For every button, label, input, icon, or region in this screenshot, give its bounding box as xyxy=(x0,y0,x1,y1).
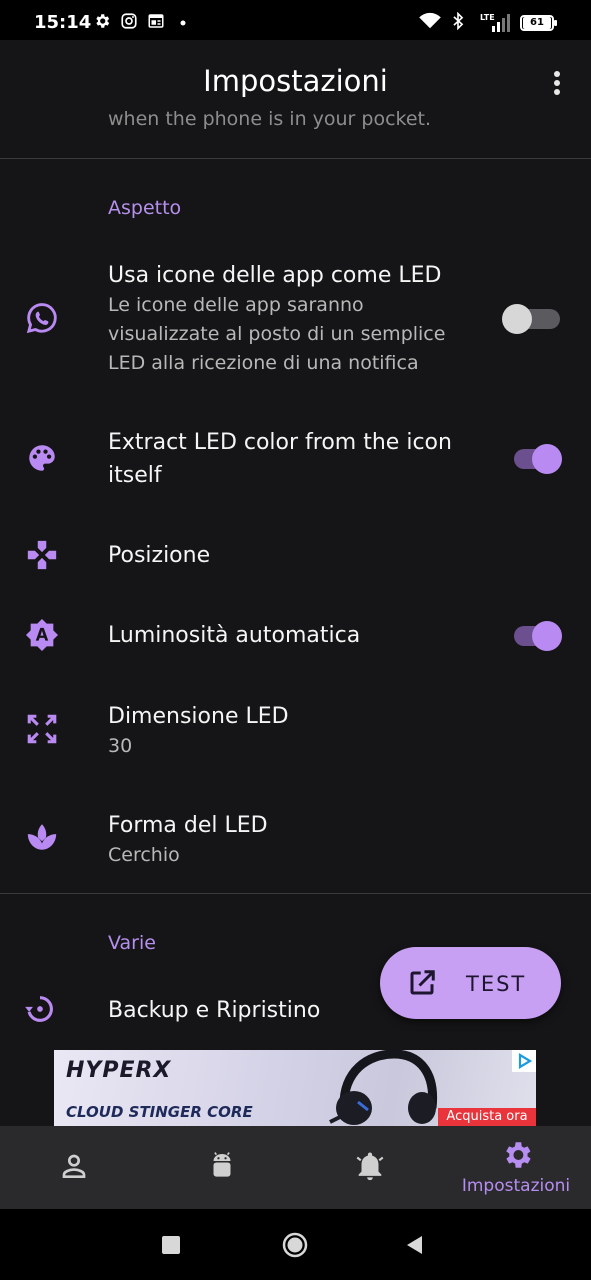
brightness-auto-icon xyxy=(25,618,59,652)
headset-image xyxy=(329,1050,438,1125)
setting-value-led-shape: Cerchio xyxy=(108,844,180,866)
toggle-auto-brightness[interactable] xyxy=(514,619,564,651)
setting-title-position: Posizione xyxy=(108,543,211,568)
status-time: 15:14 xyxy=(34,12,92,33)
setting-title-app-icons: Usa icone delle app come LED xyxy=(108,263,442,288)
section-header-varie: Varie xyxy=(108,932,156,954)
back-icon[interactable] xyxy=(404,1234,424,1256)
toggle-app-icons[interactable] xyxy=(502,302,564,334)
android-icon[interactable] xyxy=(205,1149,239,1183)
section-header-aspetto: Aspetto xyxy=(108,197,182,219)
nav-label-settings[interactable]: Impostazioni xyxy=(448,1176,584,1196)
test-fab-label: TEST xyxy=(466,972,527,996)
expand-icon xyxy=(27,714,57,744)
instagram-icon xyxy=(121,13,137,29)
ad-brand: HYPERX xyxy=(66,1058,172,1083)
bell-icon[interactable] xyxy=(353,1149,387,1183)
gamepad-icon xyxy=(27,540,57,570)
battery-level: 61 xyxy=(523,17,551,29)
wifi-icon xyxy=(419,12,441,29)
page-title: Impostazioni xyxy=(203,64,388,98)
recents-icon[interactable] xyxy=(162,1236,180,1254)
setting-subtitle-app-icons: Le icone delle app saranno visualizzate … xyxy=(108,294,446,374)
divider xyxy=(0,893,591,894)
palette-icon xyxy=(29,445,55,471)
open-in-new-icon xyxy=(410,970,435,995)
home-icon[interactable] xyxy=(281,1231,309,1259)
setting-title-led-size: Dimensione LED xyxy=(108,704,289,729)
ad-cta-button[interactable]: Acquista ora xyxy=(438,1108,536,1126)
setting-value-led-size: 30 xyxy=(108,735,133,757)
divider xyxy=(0,158,591,159)
news-icon xyxy=(148,14,164,28)
setting-title-extract-color: Extract LED color from the icon itself xyxy=(108,430,452,488)
adchoices-icon[interactable] xyxy=(512,1050,536,1072)
dot-icon xyxy=(180,20,186,26)
battery-tip xyxy=(554,20,557,26)
spa-icon xyxy=(27,824,57,850)
toggle-extract-color[interactable] xyxy=(514,442,564,474)
whatsapp-icon xyxy=(26,303,57,334)
gear-icon[interactable] xyxy=(500,1138,534,1172)
overflow-menu-icon[interactable] xyxy=(548,70,566,98)
signal-icon xyxy=(492,14,510,32)
setting-title-led-shape: Forma del LED xyxy=(108,813,268,838)
bluetooth-icon xyxy=(453,12,464,30)
person-icon[interactable] xyxy=(58,1150,90,1182)
setting-title-auto-brightness: Luminosità automatica xyxy=(108,623,361,648)
scrolled-text: when the phone is in your pocket. xyxy=(108,108,432,130)
backup-restore-icon xyxy=(25,996,53,1022)
gear-icon xyxy=(96,14,110,28)
ad-product: CLOUD STINGER CORE xyxy=(66,1103,253,1121)
app-bar: when the phone is in your pocket. xyxy=(0,40,591,158)
ad-banner[interactable]: HYPERX CLOUD STINGER CORE Acquista ora xyxy=(54,1050,536,1126)
